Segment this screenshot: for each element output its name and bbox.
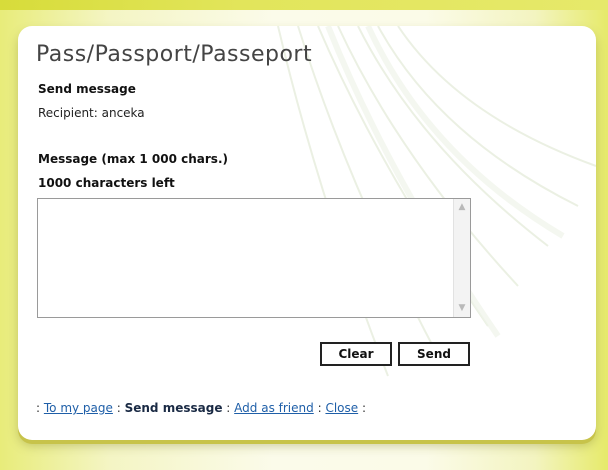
nav-current-send-message: Send message (124, 401, 223, 415)
nav-separator: : (361, 401, 367, 415)
section-subtitle: Send message (38, 82, 136, 96)
scroll-down-arrow-icon[interactable]: ▼ (455, 301, 469, 316)
nav-link-to-my-page[interactable]: To my page (44, 401, 113, 415)
nav-separator: : (36, 401, 41, 415)
textarea-scrollbar[interactable]: ▲ ▼ (453, 199, 470, 317)
top-accent-strip (0, 0, 608, 10)
nav-separator: : (317, 401, 322, 415)
recipient-label: Recipient: anceka (38, 106, 145, 120)
characters-left-counter: 1000 characters left (38, 176, 175, 190)
message-textarea[interactable] (38, 199, 452, 317)
nav-separator: : (116, 401, 121, 415)
message-label: Message (max 1 000 chars.) (38, 152, 228, 166)
nav-separator: : (226, 401, 231, 415)
message-textarea-box: ▲ ▼ (37, 198, 471, 318)
send-button[interactable]: Send (398, 342, 470, 366)
nav-link-close[interactable]: Close (325, 401, 358, 415)
passport-panel: Pass/Passport/Passeport Send message Rec… (18, 26, 596, 440)
scroll-up-arrow-icon[interactable]: ▲ (455, 200, 469, 215)
clear-button[interactable]: Clear (320, 342, 392, 366)
bottom-navigation: : To my page : Send message : Add as fri… (36, 401, 366, 415)
page-title: Pass/Passport/Passeport (36, 42, 313, 67)
nav-link-add-as-friend[interactable]: Add as friend (234, 401, 314, 415)
